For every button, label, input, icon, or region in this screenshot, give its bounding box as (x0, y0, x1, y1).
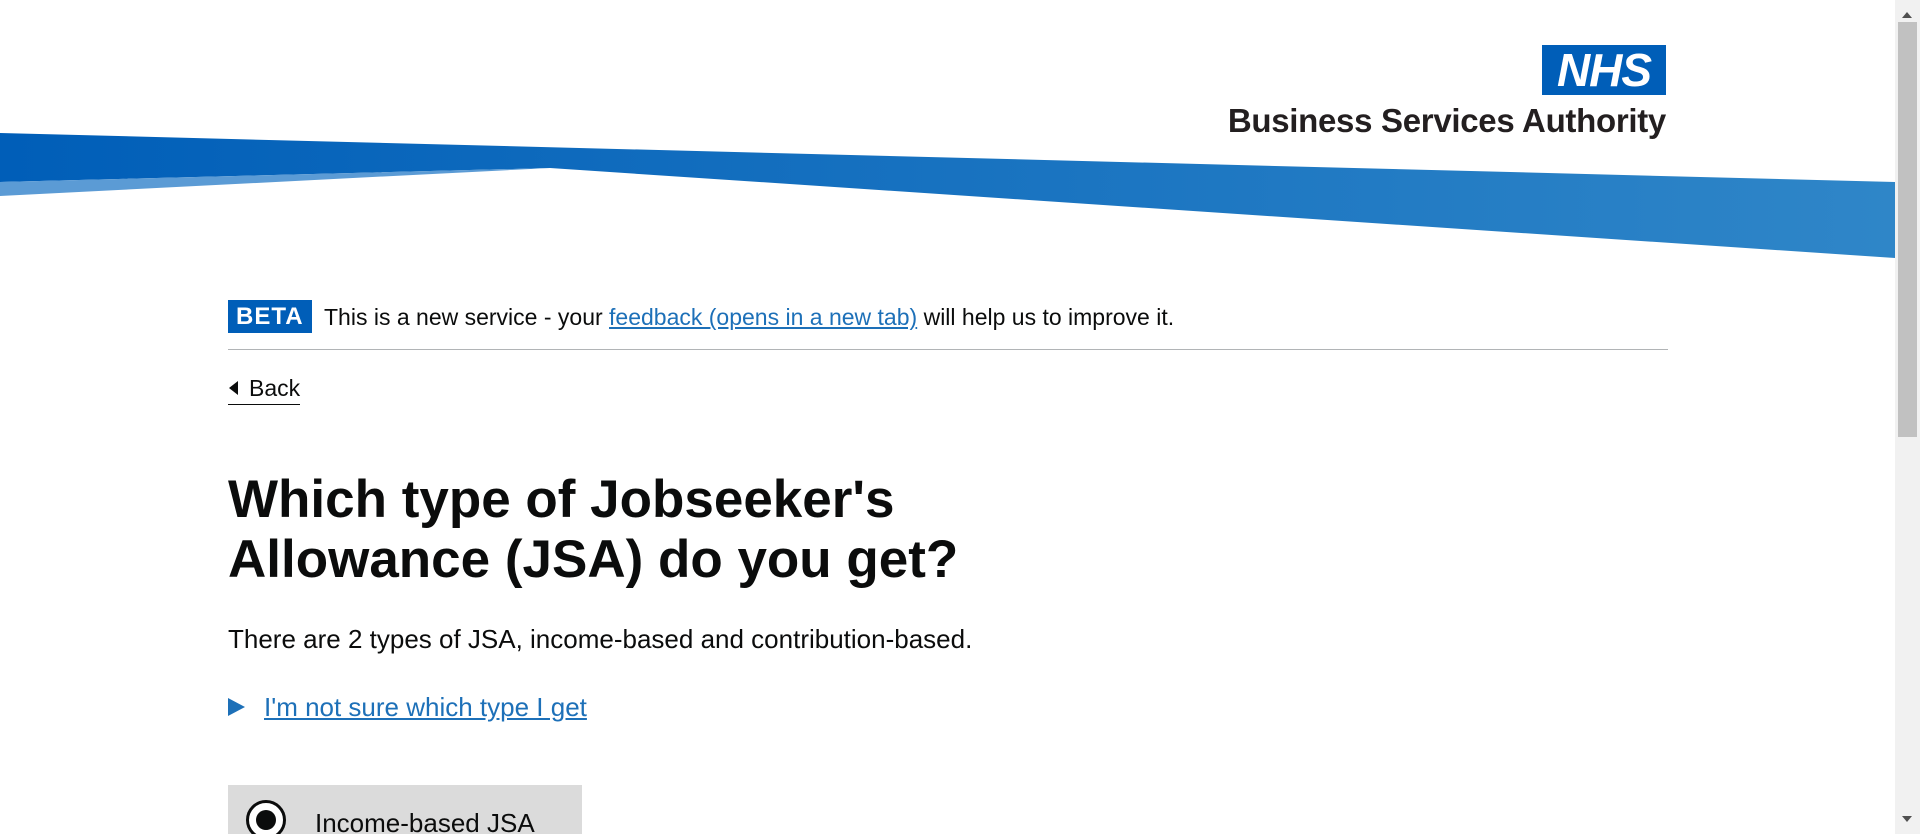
page-title: Which type of Jobseeker's Allowance (JSA… (228, 470, 1128, 590)
scroll-down-arrow-icon[interactable] (1902, 816, 1912, 822)
chevron-left-icon (229, 381, 238, 395)
radio-option-income-based[interactable]: Income-based JSA (228, 785, 582, 834)
scrollbar-thumb[interactable] (1898, 22, 1917, 437)
back-link[interactable]: Back (228, 374, 301, 405)
phase-banner: BETA This is a new service - your feedba… (228, 298, 1668, 350)
phase-text-after: will help us to improve it. (917, 304, 1175, 330)
back-link-label: Back (249, 375, 301, 401)
scroll-up-arrow-icon[interactable] (1902, 12, 1912, 18)
site-header: NHS Business Services Authority (0, 0, 1895, 262)
details-summary-text[interactable]: I'm not sure which type I get (264, 690, 587, 724)
hint-text: There are 2 types of JSA, income-based a… (228, 624, 973, 654)
vertical-scrollbar[interactable] (1895, 0, 1920, 834)
page: NHS Business Services Authority BETA Thi… (0, 0, 1895, 834)
radio-button[interactable] (246, 800, 286, 834)
triangle-right-icon (228, 698, 245, 716)
phase-text-before: This is a new service - your (324, 304, 610, 330)
radio-selected-dot (256, 810, 276, 830)
nhs-logo-text: NHS (1556, 44, 1652, 96)
feedback-link[interactable]: feedback (opens in a new tab) (609, 304, 917, 330)
nhs-logo[interactable]: NHS (1542, 45, 1666, 95)
beta-tag: BETA (228, 300, 312, 333)
page-title-line-1: Which type of Jobseeker's (228, 470, 895, 529)
radio-label[interactable]: Income-based JSA (315, 806, 535, 834)
organisation-name: Business Services Authority (1227, 102, 1666, 139)
page-title-line-2: Allowance (JSA) do you get? (228, 530, 959, 589)
phase-banner-text: This is a new service - your feedback (o… (324, 302, 1174, 332)
